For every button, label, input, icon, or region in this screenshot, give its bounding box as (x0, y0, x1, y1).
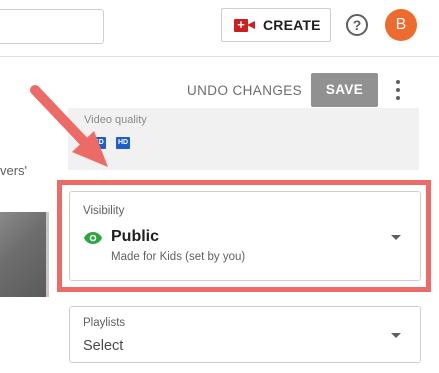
save-button[interactable]: SAVE (311, 73, 378, 107)
vertical-ellipsis-icon[interactable] (396, 80, 400, 100)
visibility-value: Public (111, 228, 160, 245)
playlists-label: Playlists (83, 317, 126, 329)
top-header: + CREATE ? B (0, 0, 439, 57)
hd-badge-icon: HD (116, 137, 130, 149)
partial-description-text: vers' (0, 163, 28, 178)
avatar[interactable]: B (385, 9, 417, 41)
video-thumbnail[interactable] (0, 212, 49, 297)
undo-changes-button[interactable]: UNDO CHANGES (187, 83, 302, 98)
visibility-subtext: Made for Kids (set by you) (111, 251, 246, 263)
chevron-down-icon (391, 333, 401, 338)
chevron-down-icon (391, 235, 401, 240)
video-camera-plus-icon: + (234, 17, 256, 32)
help-circle-icon[interactable]: ? (346, 14, 368, 36)
video-quality-label: Video quality (84, 114, 147, 126)
visibility-label: Visibility (83, 205, 125, 217)
video-quality-card: Video quality SD HD (68, 108, 419, 170)
playlists-value: Select (83, 338, 124, 354)
create-button-label: CREATE (263, 17, 321, 33)
playlists-dropdown[interactable]: Playlists Select (69, 306, 421, 363)
search-input[interactable] (0, 9, 104, 44)
create-button[interactable]: + CREATE (221, 8, 331, 42)
sd-badge-icon: SD (92, 137, 106, 149)
visibility-dropdown[interactable]: Visibility Public Made for Kids (set by … (69, 191, 421, 281)
eye-icon (84, 232, 102, 244)
